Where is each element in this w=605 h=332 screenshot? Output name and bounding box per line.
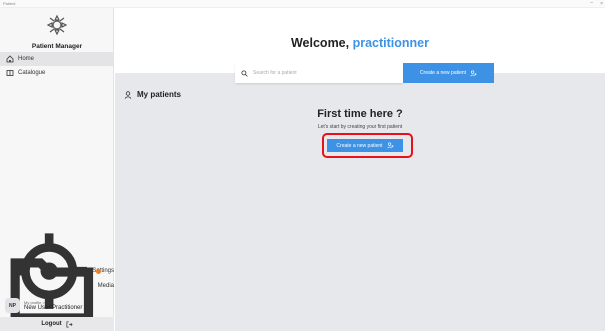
sidebar: Patient Manager 0.6.18 Home Catalogue Se…: [0, 8, 114, 331]
sidebar-item-label: Media: [97, 283, 114, 289]
avatar: NP: [5, 298, 20, 313]
create-patient-label: Create a new patient: [336, 142, 383, 149]
sidebar-item-media[interactable]: Media: [0, 258, 114, 323]
create-patient-button-header[interactable]: Create a new patient: [403, 63, 494, 83]
book-icon: [6, 70, 14, 76]
logout-icon: [66, 321, 73, 327]
close-button[interactable]: ×: [600, 0, 603, 8]
add-user-icon: [470, 69, 477, 76]
empty-state-title: First time here ?: [317, 108, 403, 120]
add-user-icon: [386, 142, 394, 149]
create-patient-button[interactable]: Create a new patient: [327, 139, 403, 152]
welcome-name: practitionner: [352, 36, 429, 50]
app-name: Patient Manager: [31, 43, 83, 50]
profile-link[interactable]: NP My profile > New User Practitioner: [5, 297, 111, 314]
sidebar-item-catalogue[interactable]: Catalogue: [0, 66, 114, 80]
minimize-button[interactable]: –: [590, 0, 593, 7]
sidebar-item-label: Catalogue: [18, 70, 46, 76]
profile-name: New User Practitioner: [24, 305, 83, 311]
section-title: My patients: [137, 90, 182, 99]
page-title: Welcome, practitionner: [115, 36, 605, 50]
sidebar-item-label: Home: [18, 56, 35, 62]
welcome-prefix: Welcome,: [290, 36, 350, 50]
logout-button[interactable]: Logout: [0, 317, 114, 331]
search-input[interactable]: [253, 70, 393, 76]
user-icon: [124, 90, 132, 99]
create-patient-label: Create a new patient: [419, 70, 467, 76]
logout-label: Logout: [41, 321, 62, 327]
sidebar-item-home[interactable]: Home: [0, 52, 114, 66]
home-icon: [6, 55, 14, 63]
search-icon: [241, 69, 248, 77]
empty-state-subtitle: Let's start by creating your first patie…: [317, 124, 403, 130]
brand: Patient Manager 0.6.18: [0, 14, 114, 57]
window-titlebar: Patient – ×: [0, 0, 605, 8]
search-bar[interactable]: [235, 63, 403, 83]
app-logo-icon: [46, 14, 68, 36]
window-title: Patient: [3, 1, 16, 6]
my-patients-heading: My patients: [124, 90, 181, 99]
